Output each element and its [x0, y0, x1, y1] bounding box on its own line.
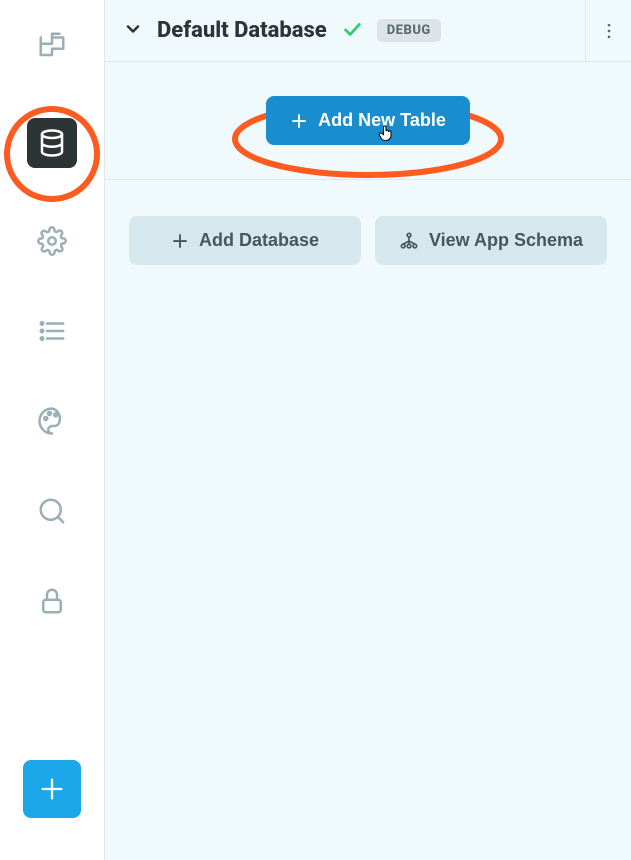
search-icon[interactable]	[35, 494, 69, 528]
debug-badge: DEBUG	[377, 19, 441, 42]
page-header: Default Database DEBUG	[105, 0, 585, 62]
top-action-area: Add New Table	[105, 62, 631, 180]
plus-icon	[171, 232, 189, 250]
database-icon[interactable]	[27, 118, 77, 168]
plus-icon	[290, 112, 308, 130]
lock-icon[interactable]	[35, 584, 69, 618]
chevron-down-icon[interactable]	[123, 19, 143, 43]
list-icon[interactable]	[35, 314, 69, 348]
kebab-menu[interactable]	[585, 0, 631, 62]
page-title: Default Database	[157, 18, 327, 43]
add-database-label: Add Database	[199, 230, 319, 251]
files-icon[interactable]	[35, 28, 69, 62]
add-new-table-label: Add New Table	[318, 110, 446, 131]
add-database-button[interactable]: Add Database	[129, 216, 361, 265]
add-new-table-button[interactable]: Add New Table	[266, 96, 470, 145]
schema-icon	[399, 231, 419, 251]
view-app-schema-label: View App Schema	[429, 230, 583, 251]
palette-icon[interactable]	[35, 404, 69, 438]
secondary-actions: Add Database View App Schema	[105, 180, 631, 301]
main-panel: Default Database DEBUG Add New Table Add…	[105, 0, 631, 860]
sidebar-nav	[0, 0, 105, 860]
add-button[interactable]	[23, 760, 81, 818]
check-icon	[341, 18, 363, 44]
settings-icon[interactable]	[35, 224, 69, 258]
view-app-schema-button[interactable]: View App Schema	[375, 216, 607, 265]
